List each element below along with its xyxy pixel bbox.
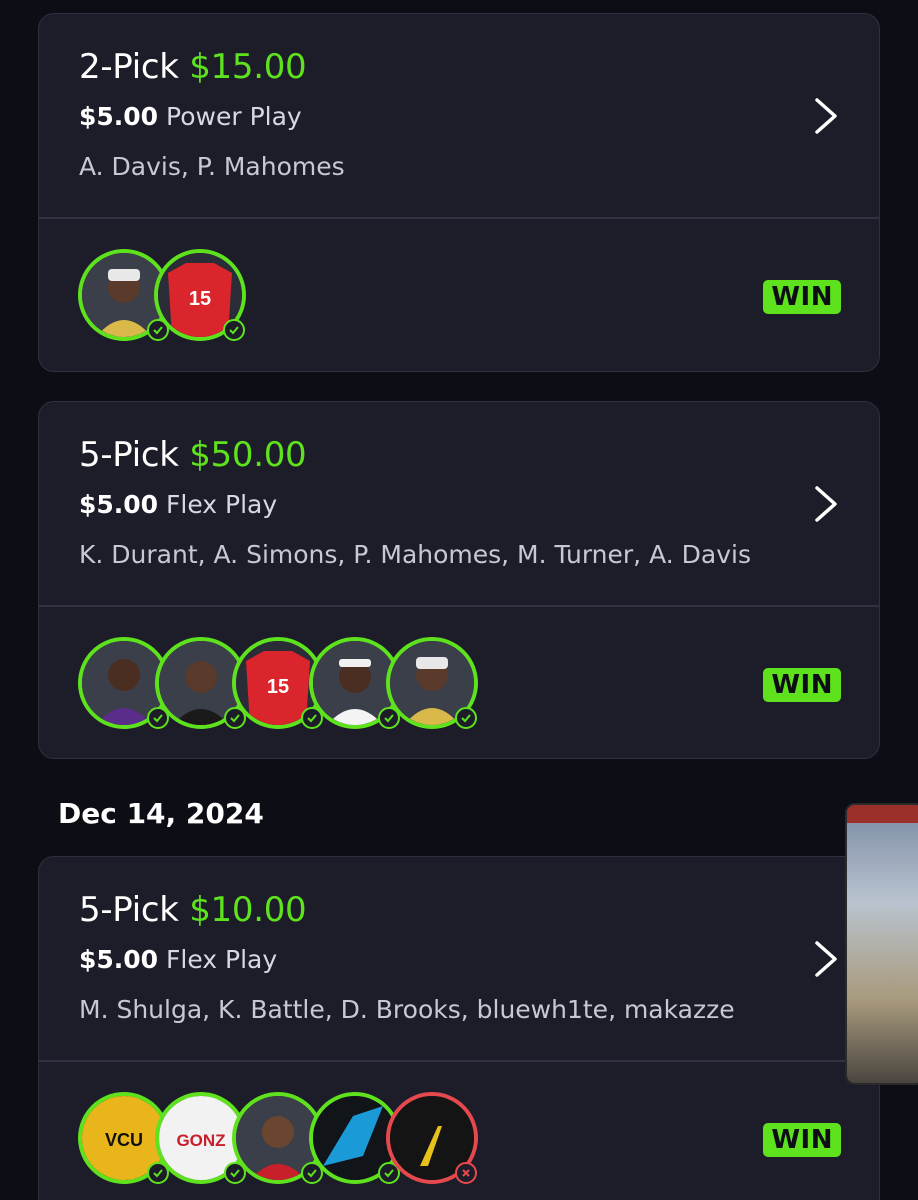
entry-card[interactable]: 5-Pick $50.00 $5.00 Flex Play K. Durant,… <box>38 401 880 759</box>
avatar-stack: 15 <box>78 636 498 729</box>
pick-count: 5-Pick <box>79 890 179 930</box>
avatar-stack: VCU GONZ <box>78 1091 498 1184</box>
check-icon <box>455 706 477 729</box>
entry-card-footer: VCU GONZ WIN <box>39 1062 879 1200</box>
entry-title: 5-Pick $10.00 <box>79 890 307 930</box>
entry-card-header[interactable]: 5-Pick $50.00 $5.00 Flex Play K. Durant,… <box>39 402 879 605</box>
avatar-makazze <box>386 1091 478 1184</box>
avatar-a-davis <box>386 636 478 729</box>
stake-amount: $5.00 <box>79 490 159 519</box>
payout-amount: $10.00 <box>189 890 307 930</box>
entry-card[interactable]: 5-Pick $10.00 $5.00 Flex Play M. Shulga,… <box>38 856 880 1200</box>
jersey-number: 15 <box>189 288 211 310</box>
entry-title: 5-Pick $50.00 <box>79 435 307 475</box>
pick-count: 5-Pick <box>79 435 179 475</box>
entry-title: 2-Pick $15.00 <box>79 47 307 87</box>
avatar-stack: 15 <box>78 248 498 341</box>
stake-amount: $5.00 <box>79 945 159 974</box>
chevron-right-icon[interactable] <box>809 939 841 979</box>
play-type: Flex Play <box>166 945 278 974</box>
stake-amount: $5.00 <box>79 102 159 131</box>
entry-card-footer: 15 WIN <box>39 219 879 369</box>
result-badge: WIN <box>763 279 841 314</box>
play-type: Flex Play <box>166 490 278 519</box>
entry-subtitle: $5.00 Flex Play <box>79 945 277 974</box>
jersey-number: 15 <box>267 676 289 698</box>
entry-card[interactable]: 2-Pick $15.00 $5.00 Power Play A. Davis,… <box>38 13 880 372</box>
result-badge: WIN <box>763 1122 841 1157</box>
player-list: M. Shulga, K. Battle, D. Brooks, bluewh1… <box>79 995 735 1024</box>
thumbnail-bar <box>847 805 918 823</box>
entry-card-header[interactable]: 5-Pick $10.00 $5.00 Flex Play M. Shulga,… <box>39 857 879 1060</box>
floating-video-thumbnail[interactable] <box>845 803 918 1085</box>
pick-count: 2-Pick <box>79 47 179 87</box>
chevron-right-icon[interactable] <box>809 484 841 524</box>
chevron-right-icon[interactable] <box>809 96 841 136</box>
x-icon <box>455 1161 477 1184</box>
entry-subtitle: $5.00 Flex Play <box>79 490 277 519</box>
payout-amount: $50.00 <box>189 435 307 475</box>
player-list: A. Davis, P. Mahomes <box>79 152 345 181</box>
entry-card-footer: 15 WIN <box>39 607 879 757</box>
payout-amount: $15.00 <box>189 47 307 87</box>
player-list: K. Durant, A. Simons, P. Mahomes, M. Tur… <box>79 540 751 569</box>
entry-subtitle: $5.00 Power Play <box>79 102 302 131</box>
play-type: Power Play <box>166 102 302 131</box>
entry-card-header[interactable]: 2-Pick $15.00 $5.00 Power Play A. Davis,… <box>39 14 879 217</box>
result-badge: WIN <box>763 667 841 702</box>
jersey-text: VCU <box>105 1130 143 1150</box>
avatar-p-mahomes: 15 <box>154 248 246 341</box>
check-icon <box>223 318 245 341</box>
date-header: Dec 14, 2024 <box>58 797 264 830</box>
jersey-text: GONZ <box>176 1131 225 1150</box>
